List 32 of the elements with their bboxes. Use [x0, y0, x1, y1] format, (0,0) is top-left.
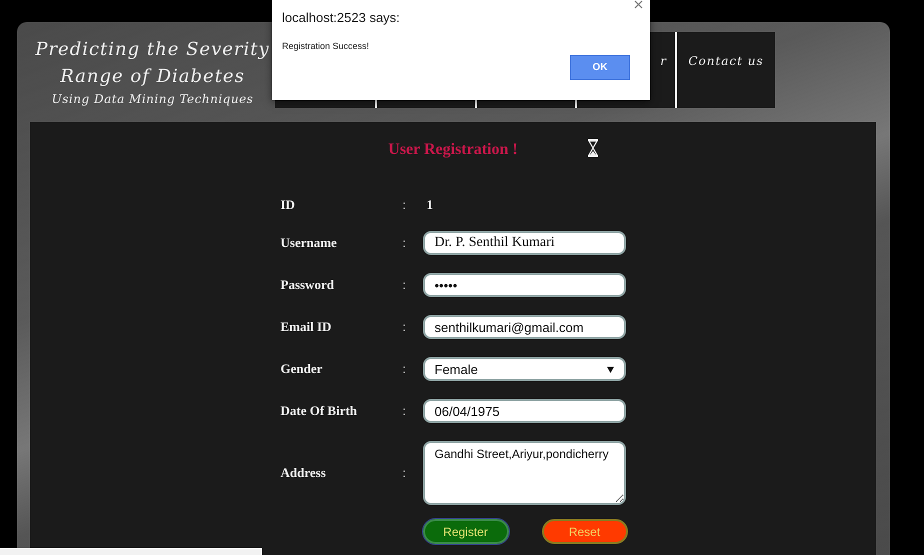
- field-label: Gender: [280, 361, 324, 377]
- id-value: 1: [426, 197, 434, 213]
- field-label: ID: [280, 197, 296, 213]
- input-field[interactable]: senthilkumari@gmail.com: [422, 315, 626, 339]
- close-icon[interactable]: [634, 0, 643, 9]
- field-label: Password: [280, 277, 335, 293]
- register-button[interactable]: Register: [422, 519, 508, 544]
- form-title: User Registration !: [388, 141, 518, 159]
- nav-tab[interactable]: Contact us: [675, 32, 775, 108]
- input-field[interactable]: •••••: [422, 273, 626, 297]
- colon: :: [402, 320, 407, 334]
- colon: :: [402, 236, 407, 250]
- field-label: Username: [280, 235, 338, 251]
- colon: :: [402, 404, 407, 418]
- hourglass-icon: [588, 139, 598, 157]
- site-title: Predicting the Severity: [35, 38, 270, 62]
- field-label: Date Of Birth: [280, 403, 358, 419]
- gender-dropdown[interactable]: Female: [422, 357, 626, 381]
- field-label: Email ID: [280, 319, 332, 335]
- field-label: Address: [280, 465, 327, 481]
- address-field[interactable]: Gandhi Street,Ariyur,pondicherry: [422, 441, 626, 505]
- input-field[interactable]: 06/04/1975: [422, 399, 626, 423]
- dialog-message: Registration Success!: [282, 41, 370, 51]
- colon: :: [402, 198, 407, 212]
- input-field[interactable]: Dr. P. Senthil Kumari: [422, 231, 626, 255]
- dialog-title: localhost:2523 says:: [282, 10, 400, 25]
- caret-icon: [606, 366, 614, 372]
- site-title: Range of Diabetes: [60, 65, 245, 89]
- colon: :: [402, 466, 407, 480]
- colon: :: [402, 278, 407, 292]
- site-title: Using Data Mining Techniques: [52, 91, 254, 108]
- colon: :: [402, 362, 407, 376]
